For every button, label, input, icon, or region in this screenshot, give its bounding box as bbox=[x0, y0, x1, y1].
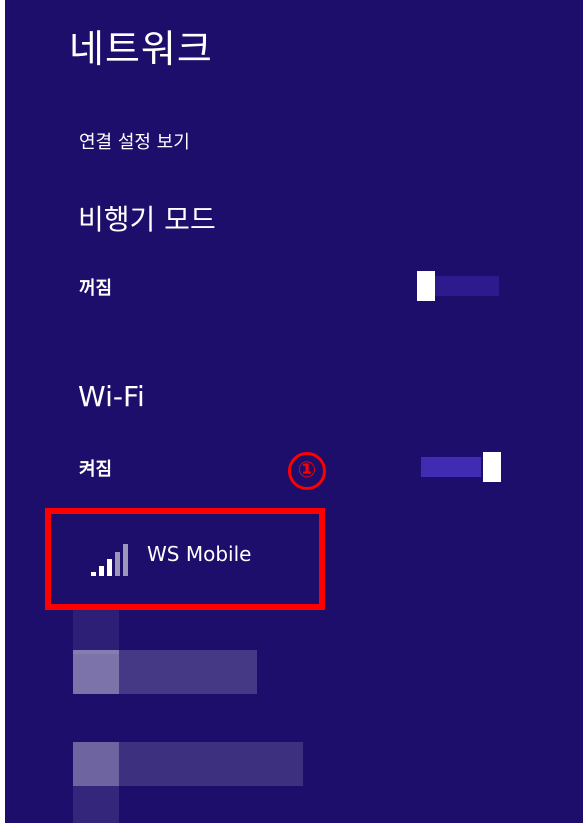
wifi-toggle-thumb bbox=[483, 452, 501, 482]
wifi-signal-icon bbox=[91, 544, 128, 576]
network-name: WS Mobile bbox=[147, 542, 252, 566]
airplane-mode-state: 꺼짐 bbox=[79, 278, 113, 299]
wifi-state: 켜짐 bbox=[79, 459, 113, 480]
blurred-network-item bbox=[119, 650, 257, 694]
blurred-network-item bbox=[73, 650, 119, 694]
panel-title: 네트워크 bbox=[69, 27, 213, 71]
airplane-mode-toggle-thumb bbox=[417, 271, 435, 301]
airplane-mode-heading: 비행기 모드 bbox=[78, 203, 216, 236]
airplane-mode-toggle-track bbox=[429, 276, 499, 296]
blurred-network-item bbox=[73, 786, 119, 823]
blurred-network-item bbox=[73, 610, 119, 654]
blurred-network-item bbox=[119, 742, 303, 786]
wifi-toggle[interactable] bbox=[417, 452, 501, 482]
wifi-toggle-track bbox=[421, 457, 481, 477]
airplane-mode-toggle[interactable] bbox=[417, 271, 501, 301]
step-marker: ① bbox=[288, 452, 326, 490]
wifi-heading: Wi-Fi bbox=[78, 380, 145, 413]
network-settings-panel: 네트워크 연결 설정 보기 비행기 모드 꺼짐 Wi-Fi 켜짐 ① WS Mo… bbox=[5, 0, 583, 823]
view-connection-settings-link[interactable]: 연결 설정 보기 bbox=[79, 128, 190, 154]
blurred-network-item bbox=[73, 742, 119, 786]
network-item-ws-mobile[interactable]: WS Mobile bbox=[83, 538, 303, 578]
